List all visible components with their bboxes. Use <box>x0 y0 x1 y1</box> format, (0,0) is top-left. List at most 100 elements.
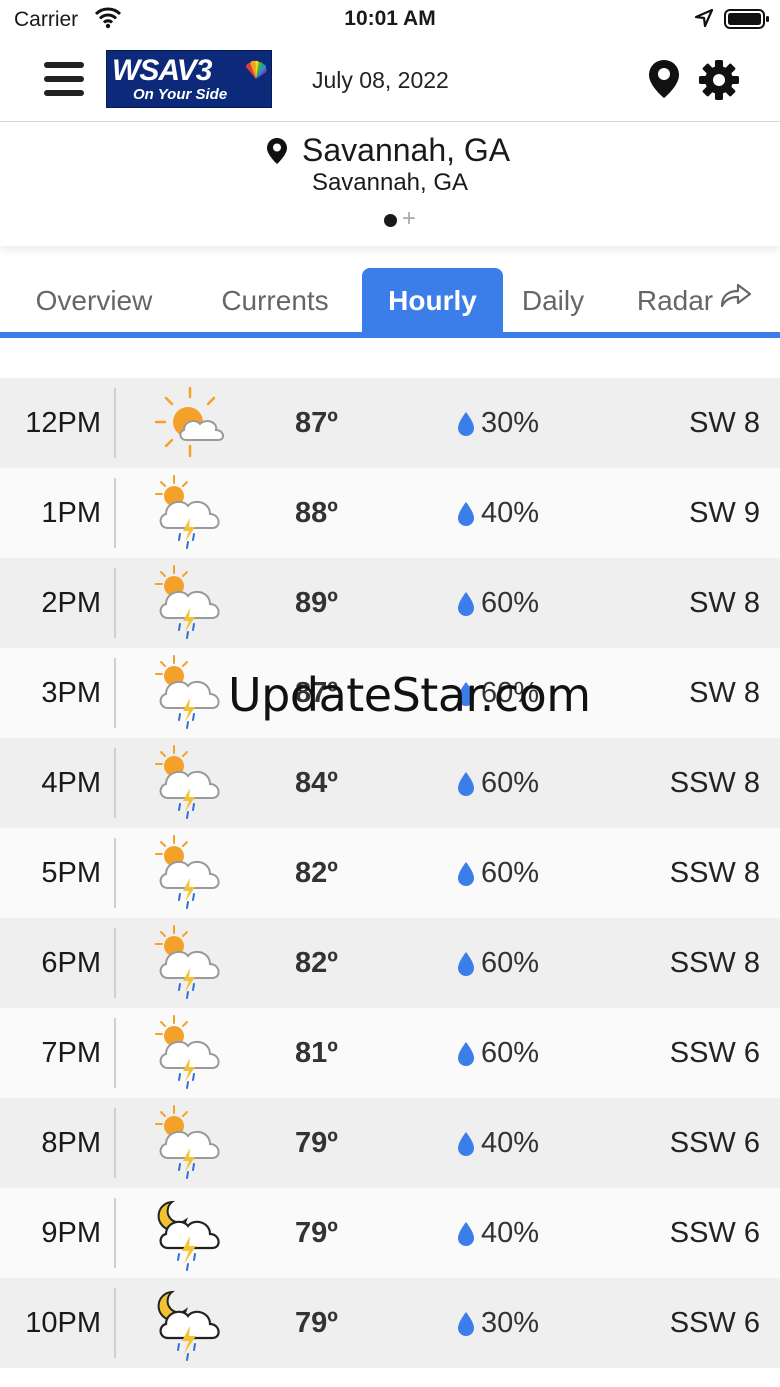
status-time: 10:01 AM <box>344 7 436 30</box>
raindrop-icon <box>458 412 474 436</box>
hour-label: 8PM <box>41 1127 101 1159</box>
hour-precipitation: 60% <box>481 1037 540 1069</box>
sun-thunderstorm-icon <box>155 565 220 639</box>
hourly-row[interactable]: 7PM 81º 60% SSW 6 <box>0 1008 780 1098</box>
tabs-underline <box>0 332 780 338</box>
hourly-row[interactable]: 1PM 88º 40% SW 9 <box>0 468 780 558</box>
hour-precipitation: 60% <box>481 857 540 889</box>
add-location-button[interactable]: + <box>402 207 416 231</box>
location-panel: Savannah, GA Savannah, GA + <box>0 122 780 246</box>
hour-wind: SSW 6 <box>669 1037 760 1069</box>
logo-wordmark: WSAV3 <box>112 54 212 87</box>
hourly-row[interactable]: 8PM 79º 40% SSW 6 <box>0 1098 780 1188</box>
hour-temperature: 87º <box>295 407 338 439</box>
hour-precipitation: 60% <box>481 587 540 619</box>
hour-label: 10PM <box>25 1307 101 1339</box>
logo-tagline: On Your Side <box>133 86 228 103</box>
hour-temperature: 84º <box>295 767 338 799</box>
hour-precipitation: 60% <box>481 947 540 979</box>
hamburger-menu-icon[interactable] <box>44 62 84 98</box>
row-divider <box>114 658 116 728</box>
raindrop-icon <box>458 1222 474 1246</box>
tab-currents[interactable]: Currents <box>202 268 348 332</box>
hourly-row[interactable]: 10PM 79º 30% SSW 6 <box>0 1278 780 1368</box>
raindrop-icon <box>458 502 474 526</box>
row-divider <box>114 568 116 638</box>
hourly-row[interactable]: 12PM 87º 30% SW 8 <box>0 378 780 468</box>
row-divider <box>114 1288 116 1358</box>
hourly-row[interactable]: 2PM 89º 60% SW 8 <box>0 558 780 648</box>
sun-thunderstorm-icon <box>155 1015 220 1089</box>
row-divider <box>114 388 116 458</box>
tab-overview[interactable]: Overview <box>20 268 168 332</box>
hour-wind: SSW 8 <box>669 857 760 889</box>
hourly-row[interactable]: 5PM 82º 60% SSW 8 <box>0 828 780 918</box>
tab-daily[interactable]: Daily <box>508 268 598 332</box>
hour-precipitation: 60% <box>481 767 540 799</box>
location-title[interactable]: Savannah, GA <box>302 132 510 169</box>
hourly-row[interactable]: 4PM 84º 60% SSW 8 <box>0 738 780 828</box>
hour-precipitation: 30% <box>481 407 540 439</box>
raindrop-icon <box>458 1132 474 1156</box>
moon-thunderstorm-icon <box>157 1200 220 1272</box>
hour-label: 12PM <box>25 407 101 439</box>
hour-wind: SSW 6 <box>669 1307 760 1339</box>
row-divider <box>114 748 116 818</box>
raindrop-icon <box>458 772 474 796</box>
battery-icon <box>724 8 770 35</box>
row-divider <box>114 478 116 548</box>
header-date: July 08, 2022 <box>312 67 449 93</box>
settings-gear-icon[interactable] <box>698 59 740 106</box>
raindrop-icon <box>458 682 474 706</box>
row-divider <box>114 838 116 908</box>
hour-label: 4PM <box>41 767 101 799</box>
hour-wind: SSW 6 <box>669 1217 760 1249</box>
hour-wind: SSW 8 <box>669 767 760 799</box>
hour-label: 5PM <box>41 857 101 889</box>
hourly-row[interactable]: 3PM 87º 60% SW 8 <box>0 648 780 738</box>
hour-wind: SSW 6 <box>669 1127 760 1159</box>
hour-temperature: 79º <box>295 1307 338 1339</box>
location-subtitle: Savannah, GA <box>311 169 469 196</box>
hourly-row[interactable]: 9PM 79º 40% SSW 6 <box>0 1188 780 1278</box>
raindrop-icon <box>458 592 474 616</box>
tab-radar-label: Radar <box>636 285 714 316</box>
hour-temperature: 82º <box>295 857 338 889</box>
hour-label: 6PM <box>41 947 101 979</box>
peacock-icon <box>243 59 269 86</box>
status-bar: Carrier 10:01 AM <box>0 0 780 40</box>
moon-thunderstorm-icon <box>157 1290 220 1362</box>
hour-temperature: 82º <box>295 947 338 979</box>
hour-temperature: 79º <box>295 1127 338 1159</box>
hour-label: 7PM <box>41 1037 101 1069</box>
sun-thunderstorm-icon <box>155 1105 220 1179</box>
hour-temperature: 89º <box>295 587 338 619</box>
station-logo[interactable]: WSAV3 On Your Side <box>106 50 272 108</box>
hour-wind: SW 8 <box>689 587 760 619</box>
location-pin-icon <box>266 137 288 170</box>
sun-thunderstorm-icon <box>155 655 220 729</box>
hour-precipitation: 30% <box>481 1307 540 1339</box>
hour-wind: SW 9 <box>689 497 760 529</box>
hour-temperature: 88º <box>295 497 338 529</box>
row-divider <box>114 1018 116 1088</box>
sun-thunderstorm-icon <box>155 745 220 819</box>
location-pin-icon[interactable] <box>648 59 680 104</box>
tab-radar[interactable]: Radar <box>622 268 768 332</box>
raindrop-icon <box>458 952 474 976</box>
hour-precipitation: 40% <box>481 1127 540 1159</box>
hour-precipitation: 40% <box>481 1217 540 1249</box>
raindrop-icon <box>458 1042 474 1066</box>
hourly-row[interactable]: 6PM 82º 60% SSW 8 <box>0 918 780 1008</box>
hour-temperature: 79º <box>295 1217 338 1249</box>
hour-temperature: 87º <box>295 677 338 709</box>
raindrop-icon <box>458 1312 474 1336</box>
sun-thunderstorm-icon <box>155 475 220 549</box>
hourly-forecast-list: 12PM 87º 30% SW 8 1PM 88º 40% SW 9 2PM 89º 60% SW 8… <box>0 378 780 1368</box>
raindrop-icon <box>458 862 474 886</box>
hour-label: 2PM <box>41 587 101 619</box>
sun-thunderstorm-icon <box>155 925 220 999</box>
row-divider <box>114 1198 116 1268</box>
tab-hourly[interactable]: Hourly <box>362 268 503 332</box>
share-arrow-icon <box>719 267 753 333</box>
